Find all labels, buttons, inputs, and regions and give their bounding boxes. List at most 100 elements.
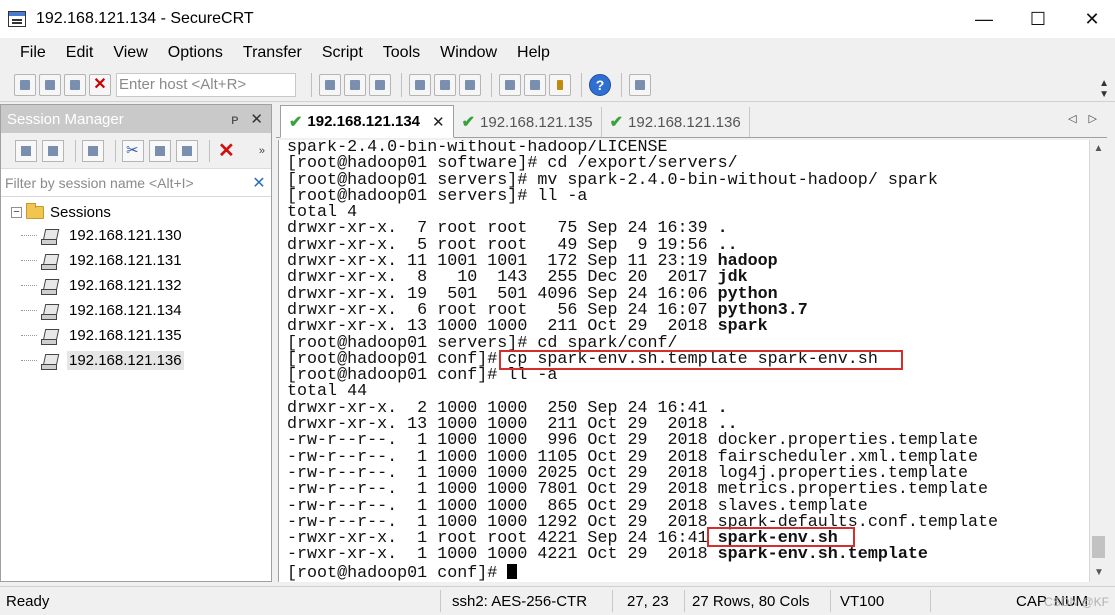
session-item-131[interactable]: 192.168.121.131 [1, 248, 271, 273]
session-label: 192.168.121.134 [69, 302, 182, 319]
tab-scroll-arrows-icon[interactable]: ◁▷ [1068, 112, 1109, 125]
pin-icon[interactable]: ᴘ [231, 111, 238, 127]
session-item-134[interactable]: 192.168.121.134 [1, 298, 271, 323]
tab-192-168-121-135[interactable]: ✔ 192.168.121.135 [454, 107, 602, 137]
title-bar: 192.168.121.134 - SecureCRT — ☐ ✕ [0, 0, 1115, 38]
reconnect-icon[interactable] [64, 73, 86, 96]
print-selection-icon[interactable] [434, 73, 456, 96]
tab-label: 192.168.121.136 [628, 113, 741, 131]
highlight-box-cp-command [499, 350, 903, 370]
csdn-watermark: CSDN @KF [1044, 595, 1109, 609]
status-separator [612, 590, 613, 612]
session-computer-icon [41, 278, 59, 295]
close-tab-icon[interactable]: ✕ [432, 113, 445, 131]
session-label: 192.168.121.130 [69, 227, 182, 244]
paste-session-icon[interactable] [176, 139, 198, 162]
terminal-line: [root@hadoop01 conf]# ll -a [287, 367, 998, 384]
terminal-line-text: [root@hadoop01 conf]# [287, 563, 508, 582]
menu-view[interactable]: View [103, 38, 157, 68]
status-ready: Ready [6, 593, 50, 610]
tab-192-168-121-136[interactable]: ✔ 192.168.121.136 [602, 107, 750, 137]
scrollbar-thumb[interactable] [1092, 536, 1105, 558]
screenshot-icon[interactable] [629, 73, 651, 96]
toolbar-separator [491, 72, 492, 97]
menu-options[interactable]: Options [158, 38, 233, 68]
session-computer-icon [41, 328, 59, 345]
scroll-up-icon[interactable]: ▲ [1090, 140, 1107, 158]
maximize-button[interactable]: ☐ [1015, 0, 1061, 38]
terminal-line: [root@hadoop01 servers]# ll -a [287, 188, 998, 205]
highlight-box-spark-env [707, 527, 855, 547]
toolbar-separator [115, 139, 116, 162]
paste-icon[interactable] [344, 73, 366, 96]
copy-session-icon[interactable] [149, 139, 171, 162]
main-toolbar: ? ▲▼ [0, 68, 1115, 102]
status-separator [440, 590, 441, 612]
printer-icon[interactable] [459, 73, 481, 96]
terminal-line: -rwxr-xr-x. 1 1000 1000 4221 Oct 29 2018… [287, 547, 998, 564]
close-window-button[interactable]: ✕ [1069, 0, 1115, 38]
session-label: 192.168.121.135 [69, 327, 182, 344]
session-label: 192.168.121.131 [69, 252, 182, 269]
session-manager-toolbar: » [1, 133, 271, 169]
connect-tab-icon[interactable] [42, 139, 64, 162]
toolbar-overflow-icon[interactable]: ▲ ▼ [1099, 78, 1109, 100]
cut-icon[interactable] [122, 139, 144, 162]
new-session-icon[interactable] [82, 139, 104, 162]
session-item-136[interactable]: 192.168.121.136 [1, 348, 271, 373]
minimize-button[interactable]: — [961, 0, 1007, 38]
toolbar-separator [401, 72, 402, 97]
session-computer-icon [41, 353, 59, 370]
terminal-scrollbar[interactable]: ▲ ▼ [1089, 140, 1107, 582]
disconnect-icon[interactable] [89, 73, 111, 96]
session-tree: − Sessions 192.168.121.130 192.168.121.1… [1, 197, 271, 373]
securecrt-app-icon [8, 11, 26, 27]
session-computer-icon [41, 228, 59, 245]
connect-icon[interactable] [14, 73, 36, 96]
tab-192-168-121-134[interactable]: ✔ 192.168.121.134 ✕ [280, 105, 454, 138]
copy-icon[interactable] [319, 73, 341, 96]
terminal-view[interactable]: spark-2.4.0-bin-without-hadoop/LICENSE [r… [278, 140, 1089, 582]
session-item-135[interactable]: 192.168.121.135 [1, 323, 271, 348]
global-options-icon[interactable] [524, 73, 546, 96]
window-controls: — ☐ ✕ [953, 0, 1115, 38]
terminal-line-filename: spark [717, 317, 768, 337]
status-bar: Ready ssh2: AES-256-CTR 27, 23 27 Rows, … [0, 586, 1115, 615]
window-title: 192.168.121.134 - SecureCRT [36, 10, 254, 27]
connected-check-icon: ✔ [609, 114, 624, 131]
status-caps: CAP [1016, 593, 1047, 610]
panel-overflow-icon[interactable]: » [259, 145, 265, 157]
status-emulation: VT100 [840, 593, 885, 610]
securecrt-window: 192.168.121.134 - SecureCRT — ☐ ✕ File E… [0, 0, 1115, 615]
session-item-130[interactable]: 192.168.121.130 [1, 223, 271, 248]
close-panel-icon[interactable]: ✕ [250, 110, 263, 128]
connect-session-icon[interactable] [15, 139, 37, 162]
delete-icon[interactable] [216, 138, 238, 163]
session-item-132[interactable]: 192.168.121.132 [1, 273, 271, 298]
collapse-icon[interactable]: − [11, 206, 22, 218]
scroll-down-icon[interactable]: ▼ [1090, 564, 1108, 582]
menu-window[interactable]: Window [430, 38, 507, 68]
status-cipher: ssh2: AES-256-CTR [452, 593, 588, 610]
menu-help[interactable]: Help [507, 38, 560, 68]
session-label: 192.168.121.132 [69, 277, 182, 294]
quick-connect-icon[interactable] [39, 73, 61, 96]
print-icon[interactable] [409, 73, 431, 96]
menu-script[interactable]: Script [312, 38, 373, 68]
sessions-folder[interactable]: − Sessions [1, 201, 271, 223]
folder-icon [26, 202, 44, 219]
menu-edit[interactable]: Edit [56, 38, 104, 68]
session-tab-bar: ✔ 192.168.121.134 ✕ ✔ 192.168.121.135 ✔ … [276, 104, 1115, 138]
session-options-icon[interactable] [499, 73, 521, 96]
menu-file[interactable]: File [10, 38, 56, 68]
clear-filter-icon[interactable]: ✕ [247, 173, 271, 193]
right-edge [1107, 104, 1115, 582]
host-input[interactable] [116, 72, 296, 97]
status-separator [684, 590, 685, 612]
find-icon[interactable] [369, 73, 391, 96]
session-filter-input[interactable] [1, 169, 247, 196]
help-icon[interactable]: ? [589, 73, 611, 96]
key-icon[interactable] [549, 73, 571, 96]
menu-tools[interactable]: Tools [373, 38, 430, 68]
menu-transfer[interactable]: Transfer [233, 38, 312, 68]
